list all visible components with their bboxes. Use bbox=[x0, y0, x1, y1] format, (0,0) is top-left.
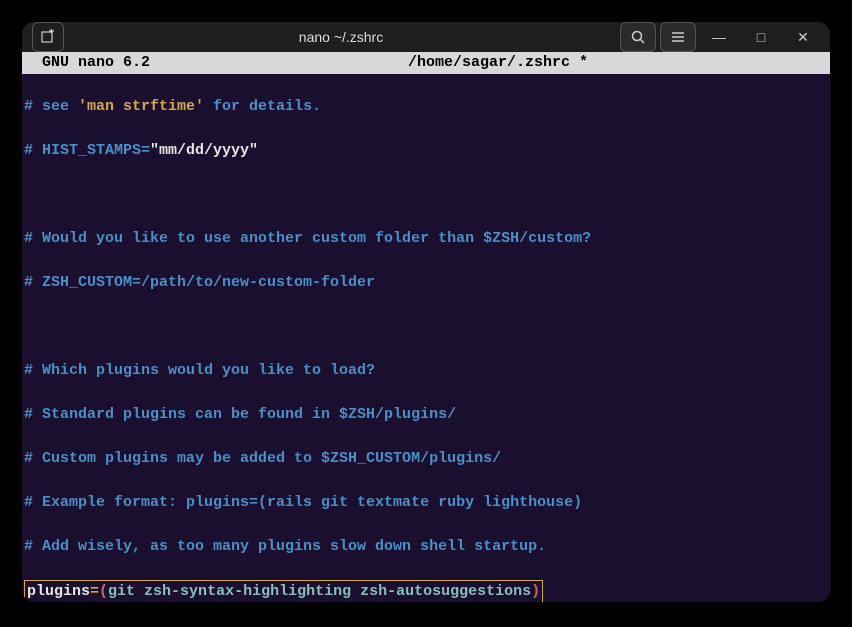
search-button[interactable] bbox=[620, 22, 656, 52]
editor-line: # Would you like to use another custom f… bbox=[24, 230, 591, 247]
editor-line: for details. bbox=[204, 98, 321, 115]
nano-app-name: GNU nano 6.2 bbox=[24, 52, 150, 74]
close-button[interactable]: ✕ bbox=[784, 22, 822, 52]
editor-line: # Custom plugins may be added to $ZSH_CU… bbox=[24, 450, 501, 467]
nano-header: GNU nano 6.2 /home/sagar/.zshrc * bbox=[22, 52, 830, 74]
window-title: nano ~/.zshrc bbox=[64, 29, 618, 45]
hamburger-menu-button[interactable] bbox=[660, 22, 696, 52]
new-tab-button[interactable] bbox=[32, 22, 64, 52]
terminal-window: nano ~/.zshrc — □ ✕ GNU nano 6.2 /home/s… bbox=[22, 22, 830, 602]
terminal-area[interactable]: GNU nano 6.2 /home/sagar/.zshrc * # see … bbox=[22, 52, 830, 602]
editor-line: "mm/dd/yyyy" bbox=[150, 142, 258, 159]
editor-line: # HIST_STAMPS= bbox=[24, 142, 150, 159]
editor-line: # see bbox=[24, 98, 78, 115]
minimize-button[interactable]: — bbox=[700, 22, 738, 52]
minimize-icon: — bbox=[712, 29, 726, 45]
close-icon: ✕ bbox=[797, 29, 809, 46]
editor-line: 'man strftime' bbox=[78, 98, 204, 115]
maximize-button[interactable]: □ bbox=[742, 22, 780, 52]
titlebar: nano ~/.zshrc — □ ✕ bbox=[22, 22, 830, 52]
editor-line: # Standard plugins can be found in $ZSH/… bbox=[24, 406, 456, 423]
search-icon bbox=[631, 30, 645, 44]
plugins-highlighted: plugins=(git zsh-syntax-highlighting zsh… bbox=[24, 580, 543, 602]
maximize-icon: □ bbox=[757, 29, 765, 45]
nano-file-path: /home/sagar/.zshrc * bbox=[408, 52, 588, 74]
editor-content[interactable]: # see 'man strftime' for details. # HIST… bbox=[22, 74, 830, 602]
new-tab-icon bbox=[40, 29, 56, 45]
editor-line: # Add wisely, as too many plugins slow d… bbox=[24, 538, 546, 555]
editor-line: # ZSH_CUSTOM=/path/to/new-custom-folder bbox=[24, 274, 375, 291]
editor-line: # Example format: plugins=(rails git tex… bbox=[24, 494, 582, 511]
editor-line: # Which plugins would you like to load? bbox=[24, 362, 375, 379]
hamburger-icon bbox=[671, 30, 685, 44]
